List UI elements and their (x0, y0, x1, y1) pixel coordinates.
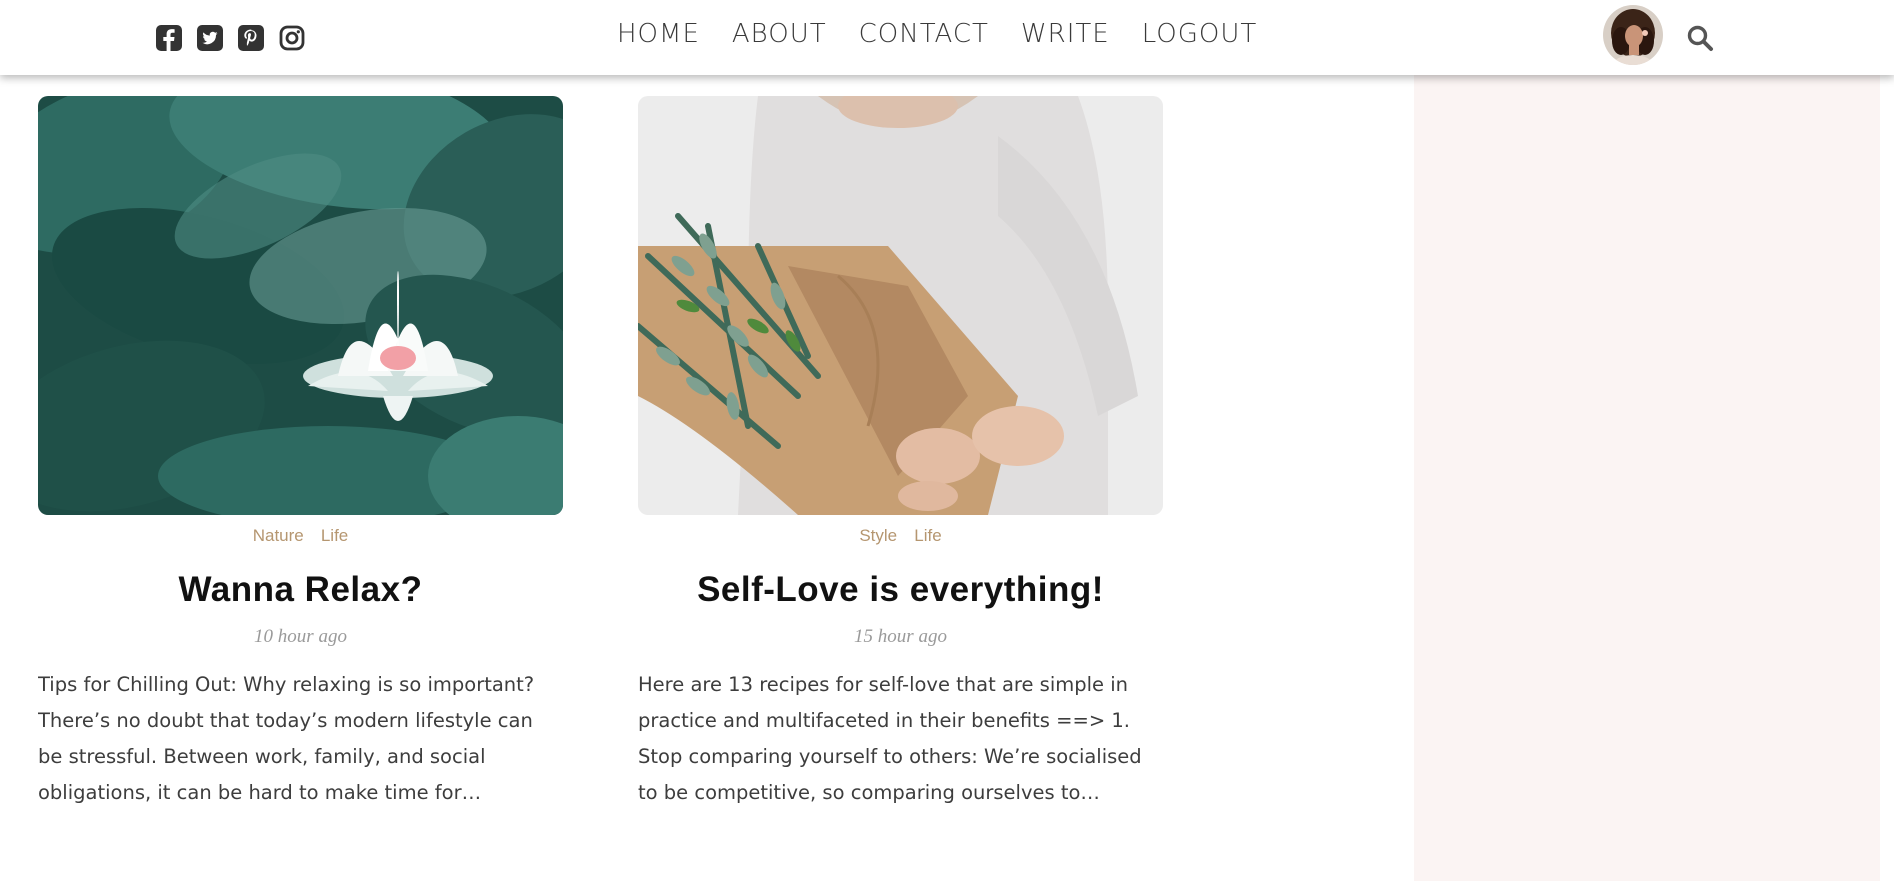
post-image[interactable] (38, 96, 563, 515)
search-icon[interactable] (1686, 24, 1714, 52)
category-tag[interactable]: Life (321, 526, 348, 545)
sidebar (1414, 75, 1880, 881)
main-nav: HOME ABOUT CONTACT WRITE LOGOUT (617, 19, 1257, 49)
nav-logout[interactable]: LOGOUT (1142, 19, 1258, 49)
post-title[interactable]: Self-Love is everything! (638, 570, 1163, 610)
category-tag[interactable]: Nature (253, 526, 304, 545)
post-title[interactable]: Wanna Relax? (38, 570, 563, 610)
post-date: 10 hour ago (254, 626, 347, 647)
post-card: Style Life Self-Love is everything! 15 h… (638, 96, 1163, 811)
nav-about[interactable]: ABOUT (732, 19, 827, 49)
post-categories: Style Life (638, 526, 1163, 548)
nav-write[interactable]: WRITE (1021, 19, 1110, 49)
instagram-icon[interactable] (278, 24, 306, 52)
post-categories: Nature Life (38, 526, 563, 548)
twitter-square-icon[interactable] (196, 24, 224, 52)
post-image[interactable] (638, 96, 1163, 515)
category-tag[interactable]: Life (914, 526, 941, 545)
post-description-text: Here are 13 recipes for self-love that a… (638, 673, 1142, 804)
post-description: Tips for Chilling Out: Why relaxing is s… (38, 667, 563, 811)
nav-home[interactable]: HOME (617, 19, 700, 49)
pinterest-square-icon[interactable] (237, 24, 265, 52)
post-card: Nature Life Wanna Relax? 10 hour ago Tip… (38, 96, 563, 811)
user-avatar[interactable] (1603, 5, 1663, 65)
nav-contact[interactable]: CONTACT (859, 19, 989, 49)
post-description-text: Tips for Chilling Out: Why relaxing is s… (38, 673, 535, 804)
post-date: 15 hour ago (854, 626, 947, 647)
social-links (155, 24, 306, 52)
post-description: Here are 13 recipes for self-love that a… (638, 667, 1163, 811)
category-tag[interactable]: Style (859, 526, 897, 545)
top-bar: HOME ABOUT CONTACT WRITE LOGOUT (0, 0, 1894, 75)
facebook-square-icon[interactable] (155, 24, 183, 52)
